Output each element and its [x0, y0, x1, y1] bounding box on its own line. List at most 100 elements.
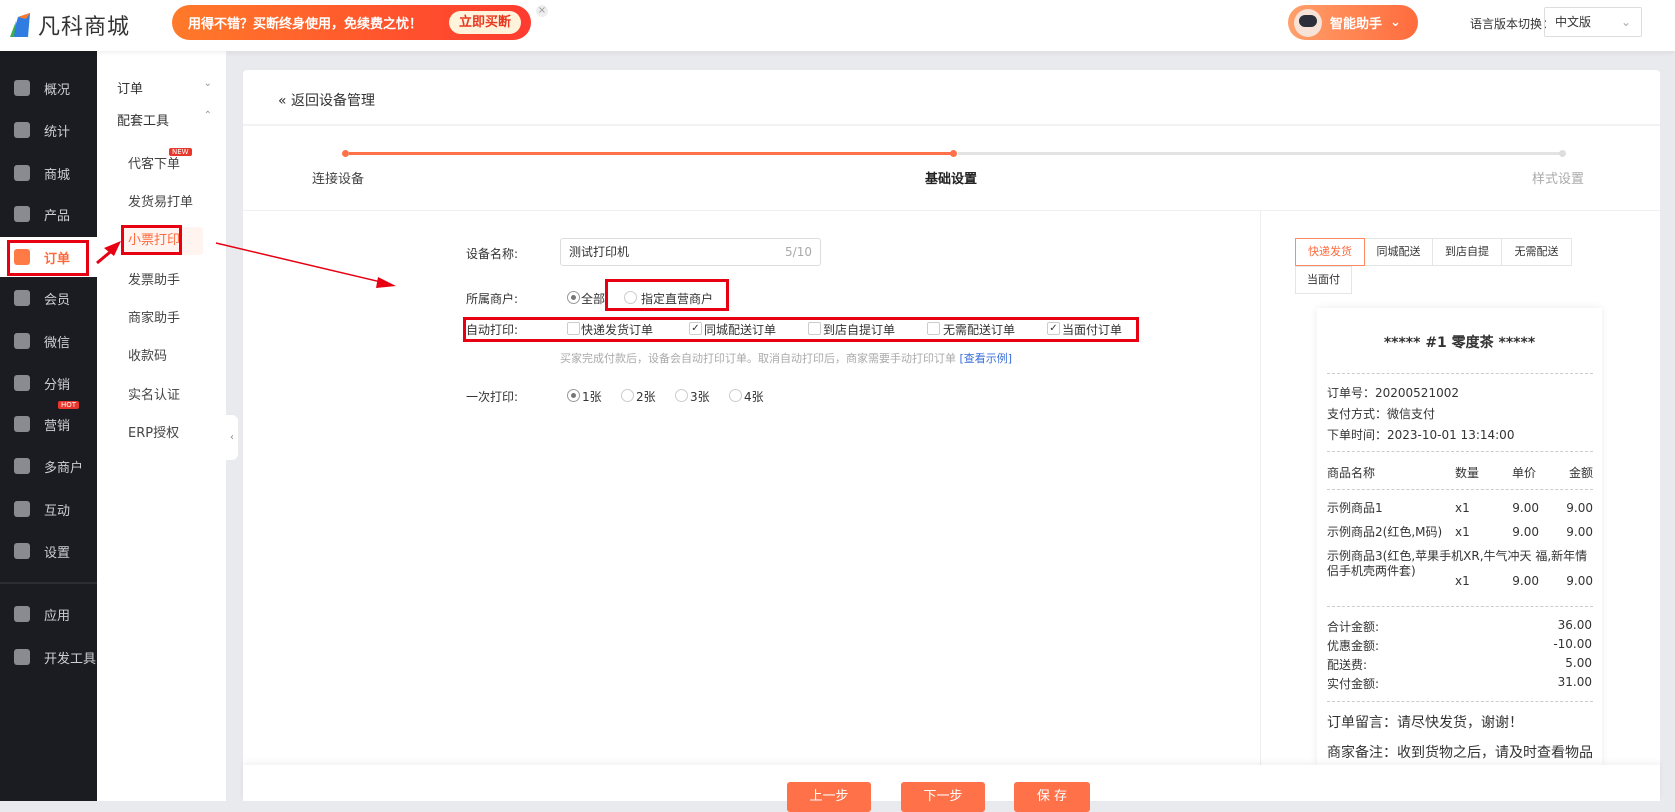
buyout-button[interactable]: 立即买断 [448, 11, 521, 34]
chart-icon [14, 122, 30, 138]
back-label: 返回设备管理 [291, 93, 376, 109]
chevron-down-icon: ⌄ [1620, 15, 1631, 29]
prev-step-button[interactable]: 上一步 [787, 782, 871, 812]
copies-radio[interactable] [621, 389, 634, 402]
preview-tab[interactable]: 当面付 [1295, 266, 1352, 294]
assistant-button[interactable]: 智能助手 ⌄ [1288, 5, 1418, 40]
item-name: 示例商品2(红色,M码) [1327, 525, 1443, 539]
copies-radio[interactable] [729, 389, 742, 402]
step-progress-done [349, 152, 954, 155]
sidebar-item-6[interactable]: 微信 [0, 321, 97, 361]
collapse-sidebar-button[interactable]: ‹ [226, 415, 238, 460]
device-name-input[interactable]: 测试打印机 5/10 [560, 238, 821, 266]
step-basic: 基础设置 [925, 172, 978, 187]
promo-banner[interactable]: 用得不错？买断终身使用，免续费之忧！ 立即买断 [172, 5, 531, 40]
sidebar-item-11[interactable]: 设置 [0, 531, 97, 571]
receipt-preview: ***** #1 零度茶 ***** 订单号：20200521002 支付方式：… [1317, 308, 1602, 765]
preview-tab[interactable]: 同城配送 [1364, 238, 1433, 266]
sidebar-item-label: 设置 [44, 545, 71, 561]
total-value: -10.00 [1553, 637, 1592, 651]
sidebar-item-5[interactable]: 会员 [0, 278, 97, 318]
radio-all[interactable] [567, 291, 580, 304]
order-time: 下单时间：2023-10-01 13:14:00 [1327, 428, 1515, 442]
copies-radio[interactable] [567, 389, 580, 402]
subnav-item-6[interactable]: 实名认证 [128, 382, 208, 410]
step-progress-todo [958, 152, 1562, 155]
subnav-item-0[interactable]: 代客下单 [128, 151, 208, 179]
chevron-down-icon: ⌄ [203, 78, 212, 89]
sidebar-item-label: 会员 [44, 292, 71, 308]
sidebar-item-2[interactable]: 商城 [0, 153, 97, 193]
subnav-item-4[interactable]: 商家助手 [128, 305, 208, 333]
users-icon [14, 375, 30, 391]
sidebar-item-9[interactable]: 多商户 [0, 446, 97, 486]
sidebar-item-3[interactable]: 产品 [0, 194, 97, 234]
dashed-divider [1327, 701, 1593, 702]
total-label: 配送费: [1327, 658, 1368, 672]
highlight-box [7, 240, 89, 276]
close-icon[interactable]: × [536, 5, 548, 17]
subnav-group-tools[interactable]: 配套工具 ⌃ [117, 110, 212, 129]
sidebar-item-8[interactable]: 营销 HOT [0, 401, 97, 444]
highlight-box [605, 279, 729, 311]
preview-tab[interactable]: 到店自提 [1432, 238, 1502, 266]
subnav-item-1[interactable]: 发货易打单 [128, 189, 208, 217]
step-connect: 连接设备 [312, 172, 365, 187]
subnav-item-3[interactable]: 发票助手 [128, 267, 208, 295]
subnav-group-order[interactable]: 订单 ⌄ [117, 78, 212, 97]
wechat-icon [14, 333, 30, 349]
sidebar-item-0[interactable]: 概况 [0, 68, 97, 108]
sidebar-item-1[interactable]: 统计 [0, 110, 97, 150]
apps-icon [14, 606, 30, 622]
subnav-item-5[interactable]: 收款码 [128, 343, 208, 371]
back-link[interactable]: « 返回设备管理 [278, 90, 375, 110]
dashed-divider [1327, 451, 1593, 452]
item-amount: 9.00 [1566, 574, 1593, 588]
next-step-button[interactable]: 下一步 [901, 782, 985, 812]
item-qty: x1 [1455, 525, 1470, 539]
radio-all-label: 全部 [581, 292, 606, 306]
payment-method: 支付方式：微信支付 [1327, 407, 1436, 421]
col-qty: 数量 [1455, 466, 1480, 480]
highlight-box [463, 317, 1139, 342]
dashed-divider [1327, 606, 1593, 607]
copies-option-label: 1张 [582, 390, 602, 404]
helper-desc: 买家完成付款后，设备会自动打印订单。取消自动打印后，商家需要手动打印订单 [560, 352, 956, 365]
step-dot [342, 150, 349, 157]
item-qty: x1 [1455, 574, 1470, 588]
chevron-up-icon: ⌃ [203, 110, 212, 121]
item-price: 9.00 [1512, 501, 1539, 515]
total-label: 优惠金额: [1327, 639, 1380, 653]
subnav-item-7[interactable]: ERP授权 [128, 420, 208, 448]
device-name-label: 设备名称: [466, 247, 519, 261]
preview-tab[interactable]: 无需配送 [1501, 238, 1572, 266]
group-label: 配套工具 [117, 114, 170, 129]
total-value: 31.00 [1557, 675, 1592, 689]
copies-option-label: 2张 [636, 390, 656, 404]
item-price: 9.00 [1512, 574, 1539, 588]
logo-icon [10, 13, 30, 37]
sidebar-item-label: 应用 [44, 608, 71, 624]
save-button[interactable]: 保 存 [1014, 782, 1090, 812]
sidebar-item-label: 商城 [44, 167, 71, 183]
language-select[interactable]: 中文版 ⌄ [1544, 7, 1642, 37]
item-qty: x1 [1455, 501, 1470, 515]
sidebar-item-7[interactable]: 分销 [0, 363, 97, 403]
sidebar-item-10[interactable]: 互动 [0, 489, 97, 529]
grid-icon [14, 206, 30, 222]
sidebar-item-12[interactable]: 应用 [0, 594, 97, 634]
divider [243, 210, 1660, 211]
sidebar-item-13[interactable]: 开发工具 [0, 637, 97, 677]
col-name: 商品名称 [1327, 466, 1376, 480]
sidebar-item-label: 统计 [44, 124, 71, 140]
col-amount: 金额 [1568, 466, 1593, 480]
sidebar-item-label: 产品 [44, 208, 71, 224]
step-dot [950, 150, 957, 157]
logo[interactable]: 凡科商城 [8, 10, 130, 40]
robot-icon [1294, 8, 1322, 37]
brand-name: 凡科商城 [38, 15, 131, 40]
view-example-link[interactable]: [查看示例] [960, 352, 1013, 365]
copies-radio[interactable] [675, 389, 688, 402]
tools-icon [14, 649, 30, 665]
preview-tab[interactable]: 快递发货 [1295, 238, 1365, 266]
